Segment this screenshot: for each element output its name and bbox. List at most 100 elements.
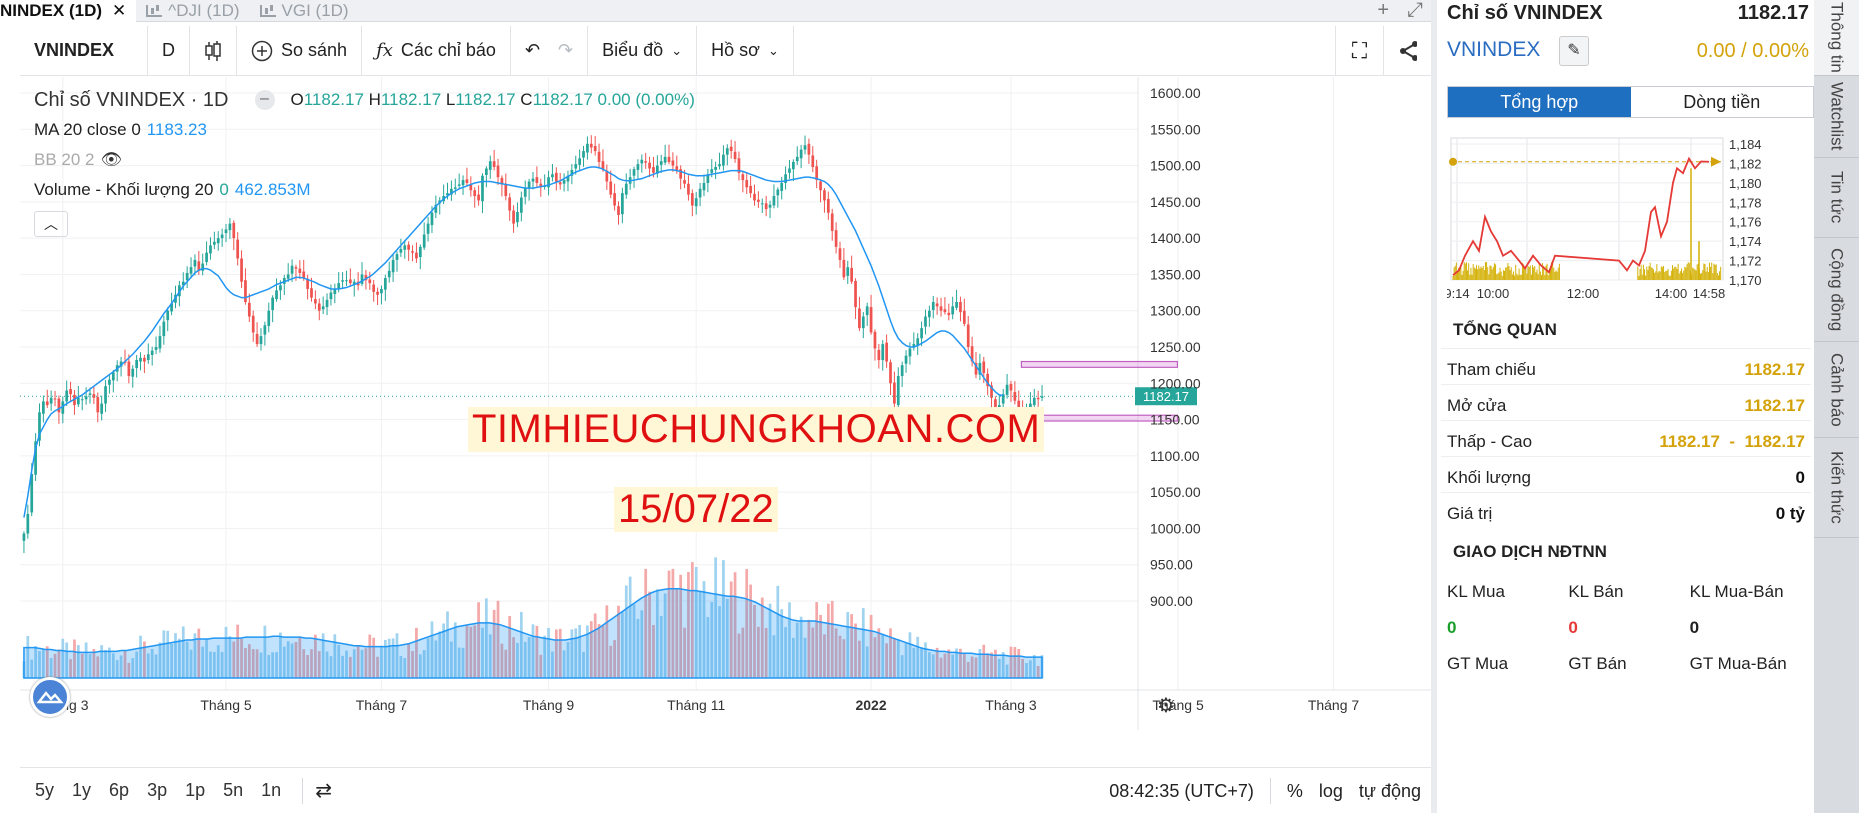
candle-body [725,148,729,155]
toolbar-right: ⛶ [1335,26,1431,76]
vtab-watchlist[interactable]: Watchlist [1814,76,1859,158]
candle-body [858,308,861,329]
vtab-info[interactable]: Thông tin [1814,0,1859,76]
vtab-label: Cộng đồng [1827,247,1847,332]
watermark-site: TIMHIEUCHUNGKHOAN.COM [468,407,1045,452]
candle-body [310,288,313,298]
price-chart[interactable]: 1182.17 1600.00 1550.00 1500.00 1450.00 1400.… [20,77,1431,767]
candle-body [212,241,216,245]
collapse-series-icon[interactable]: – [254,90,275,110]
range-1n[interactable]: 1n [252,780,290,801]
hidden-eye-icon[interactable]: 👁︎ [101,145,123,175]
candle-body [1036,397,1040,400]
legend-bb-row[interactable]: BB 20 2 👁︎ [34,145,695,175]
profile-dropdown[interactable]: Hồ sơ ⌄ [697,25,794,76]
expand-icon[interactable]: ⤢ [1407,0,1423,20]
range-6p[interactable]: 6p [100,780,138,801]
log-toggle[interactable]: log [1319,781,1343,802]
candle-body [69,389,72,395]
tab-dji[interactable]: ^DJI (1D) [136,0,249,22]
legend-ma-row[interactable]: MA 20 close 0 1183.23 [34,115,695,145]
candle-body [722,154,725,166]
chevron-down-icon: ⌄ [671,42,683,58]
candle-body [904,355,908,364]
vtab-community[interactable]: Cộng đồng [1814,238,1859,342]
close-icon[interactable]: ✕ [112,1,126,21]
tab-summary[interactable]: Tổng hợp [1448,87,1631,117]
candle-body [22,533,26,541]
range-1y[interactable]: 1y [63,780,100,801]
tab-vgi[interactable]: VGI (1D) [250,0,359,22]
kl-ban-label: KL Bán [1568,582,1624,601]
candle-body [49,397,53,404]
date-range-icon[interactable]: ⇄ [315,778,332,803]
candle-body [255,333,259,345]
provider-logo[interactable] [30,677,70,717]
candle-body [135,360,138,369]
candle-body [205,252,208,263]
auto-scale-toggle[interactable]: tự động [1359,781,1421,802]
tab-label: ^DJI (1D) [168,0,240,20]
candle-body [275,290,278,300]
intraday-price-tick: 1,178 [1729,195,1762,210]
candle-body [1005,384,1009,395]
tab-vnindex[interactable]: NINDEX (1D) ✕ [0,0,137,22]
symbol-search[interactable]: VNINDEX [20,25,148,76]
chart-type-dropdown[interactable]: Biểu đồ ⌄ [588,25,698,76]
interval-button[interactable]: D [148,25,190,76]
chart-app: NINDEX (1D) ✕ ^DJI (1D) VGI (1D) + ⤢ VNI… [0,0,1859,813]
candle-body [920,328,923,339]
percent-toggle[interactable]: % [1287,781,1303,802]
candle-body [76,397,80,405]
candle-body [53,398,57,400]
vtab-knowledge[interactable]: Kiến thức [1814,438,1859,538]
vtab-news[interactable]: Tin tức [1814,158,1859,238]
quote-panel: Chỉ số VNINDEX 1182.17 VNINDEX ✎ 0.00 / … [1431,0,1814,813]
candle-style-button[interactable] [190,25,237,76]
legend-volume-row[interactable]: Volume - Khối lượng 20 0 462.853M [34,175,695,205]
candle-body [791,161,795,170]
candle-body [372,284,376,292]
candle-body [753,193,756,201]
price-tick-label: 1050.00 [1150,484,1201,500]
candle-body [139,357,142,362]
compare-button[interactable]: So sánh [237,25,363,76]
share-button[interactable] [1383,26,1431,76]
quote-change: 0.00 / 0.00% [1696,40,1809,62]
candle-body [80,399,84,401]
range-5n[interactable]: 5n [214,780,252,801]
high-value: 1182.17 [380,90,442,109]
candle-body [236,239,240,259]
legend-title: Chỉ số VNINDEX · 1D [34,89,229,111]
edit-symbol-button[interactable]: ✎ [1559,36,1589,66]
redo-icon[interactable]: ↷ [558,40,573,61]
tab-money-flow[interactable]: Dòng tiền [1631,87,1814,117]
legend-ohlc: O1182.17 H1182.17 L1182.17 C1182.17 0.00… [291,85,695,115]
fullscreen-button[interactable]: ⛶ [1335,26,1383,76]
range-1p[interactable]: 1p [176,780,214,801]
row-value: 0 tỷ [1775,503,1805,523]
candle-body [127,361,131,377]
intraday-price-tick: 1,180 [1729,176,1762,191]
undo-icon[interactable]: ↶ [525,40,540,61]
range-5y[interactable]: 5y [26,780,63,801]
chart-bottom-bar: 5y 1y 6p 3p 1p 5n 1n ⇄ 08:42:35 (UTC+7) … [20,767,1431,813]
divider [1269,778,1271,804]
candle-body [325,299,329,308]
candle-body [928,310,931,318]
settings-gear-icon[interactable]: ⚙ [1157,695,1175,717]
add-tab-icon[interactable]: + [1377,0,1389,20]
intraday-chart[interactable]: 1,184 1,182 1,180 1,178 1,176 1,174 1,172 1,170… [1447,132,1809,302]
candle-body [811,155,815,168]
quote-symbol[interactable]: VNINDEX [1447,38,1540,62]
collapse-legend-button[interactable]: ︿ [34,211,68,237]
candle-body [395,254,399,260]
intraday-time-tick: 9:14 [1447,286,1470,301]
panel-segment-control: Tổng hợp Dòng tiền [1447,86,1814,118]
candle-body [391,259,395,273]
side-tab-rail: Thông tin Watchlist Tin tức Cộng đồng Cả… [1814,0,1859,813]
vtab-alerts[interactable]: Cảnh báo [1814,342,1859,438]
candle-body [111,372,115,381]
range-3p[interactable]: 3p [138,780,176,801]
indicators-button[interactable]: ƒx Các chỉ báo [362,25,511,76]
